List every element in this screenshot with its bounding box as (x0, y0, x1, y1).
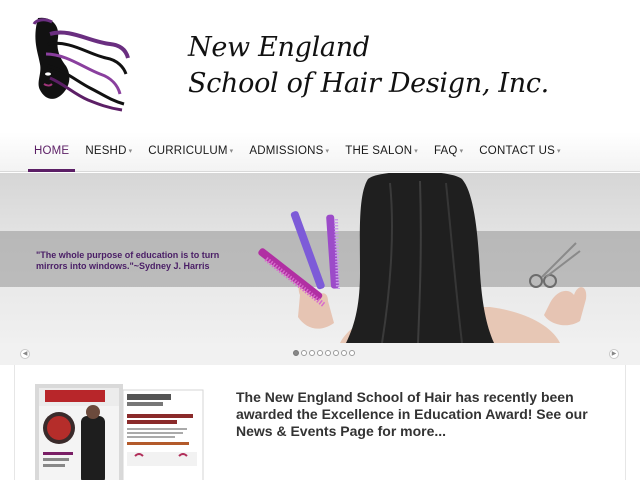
nav-item-neshd[interactable]: NESHD ▾ (77, 132, 140, 170)
site-title[interactable]: New England School of Hair Design, Inc. (188, 30, 549, 102)
slider-controls: ◀ ▶ (0, 343, 640, 365)
nav-item-curriculum[interactable]: CURRICULUM ▾ (140, 132, 241, 170)
nav-item-admissions[interactable]: ADMISSIONS ▾ (241, 132, 337, 170)
chevron-down-icon: ▾ (414, 148, 418, 155)
nav-item-label: NESHD (85, 145, 127, 157)
site-title-line1: New England (188, 32, 370, 63)
main-content: The New England School of Hair has recen… (14, 365, 626, 480)
hero-slide[interactable]: "The whole purpose of education is to tu… (0, 173, 640, 343)
chevron-down-icon: ▾ (557, 148, 561, 155)
nav-item-faq[interactable]: FAQ ▾ (426, 132, 471, 170)
nav-item-label: CURRICULUM (148, 145, 228, 157)
news-announcement[interactable]: The New England School of Hair has recen… (236, 389, 606, 440)
site-title-line2: School of Hair Design, Inc. (188, 68, 549, 99)
main-nav: HOME NESHD ▾ CURRICULUM ▾ ADMISSIONS ▾ T… (0, 132, 640, 172)
logo-icon[interactable] (30, 14, 130, 114)
nav-item-label: FAQ (433, 145, 458, 157)
chevron-down-icon: ▾ (459, 148, 464, 155)
slide-dot[interactable] (333, 350, 339, 356)
nav-item-home[interactable]: HOME (26, 132, 77, 172)
nav-item-label: THE SALON (345, 145, 413, 157)
slide-dot[interactable] (325, 350, 331, 356)
nav-item-label: ADMISSIONS (249, 145, 324, 157)
nav-item-contact-us[interactable]: CONTACT US ▾ (471, 132, 568, 170)
site-header: New England School of Hair Design, Inc. (0, 0, 640, 130)
slide-dot[interactable] (341, 350, 347, 356)
nav-item-the-salon[interactable]: THE SALON ▾ (337, 132, 426, 170)
slide-dot[interactable] (349, 350, 355, 356)
chevron-left-icon[interactable]: ◀ (20, 349, 30, 359)
nav-item-label: HOME (34, 145, 70, 157)
slide-dots (293, 350, 355, 356)
chevron-down-icon: ▾ (325, 148, 330, 155)
slide-dot[interactable] (309, 350, 315, 356)
slide-dot[interactable] (301, 350, 307, 356)
nav-list: HOME NESHD ▾ CURRICULUM ▾ ADMISSIONS ▾ T… (26, 132, 569, 172)
nav-item-label: CONTACT US (479, 145, 555, 157)
hero-hair-image (258, 173, 587, 343)
slide-dot[interactable] (317, 350, 323, 356)
hero-quote: "The whole purpose of education is to tu… (36, 250, 220, 271)
chevron-down-icon: ▾ (128, 148, 133, 155)
chevron-right-icon[interactable]: ▶ (609, 349, 619, 359)
chevron-down-icon: ▾ (229, 148, 234, 155)
slide-dot[interactable] (293, 350, 299, 356)
award-magazine-image[interactable] (35, 380, 205, 480)
